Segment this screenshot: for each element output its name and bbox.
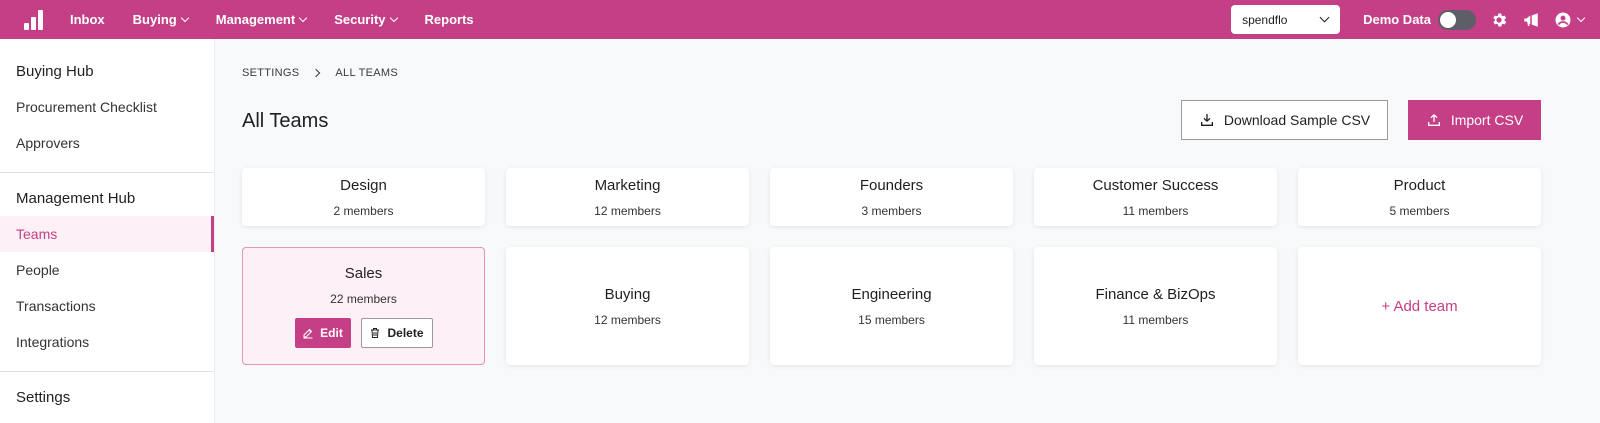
import-csv-label: Import CSV [1450,112,1524,128]
team-name: Founders [859,176,924,194]
gear-icon[interactable] [1490,11,1508,29]
chevron-down-icon [1576,13,1586,23]
nav-security[interactable]: Security [334,12,398,27]
chevron-down-icon [180,13,189,23]
team-members-count: 11 members [1122,312,1189,327]
team-members-count: 2 members [333,203,394,218]
pencil-icon [303,328,313,338]
breadcrumb-current: ALL TEAMS [335,67,399,79]
sidebar-title-settings[interactable]: Settings [0,387,214,407]
sidebar-item-people[interactable]: People [0,252,214,288]
user-circle-icon [1555,12,1571,27]
team-members-count: 12 members [594,203,661,218]
nav-security-label: Security [334,12,386,27]
team-name: Finance & BizOps [1095,285,1216,303]
org-select[interactable]: spendflo [1231,5,1341,34]
download-sample-csv-button[interactable]: Download Sample CSV [1181,100,1388,140]
team-card-product[interactable]: Product 5 members [1298,168,1541,226]
demo-data-label: Demo Data [1363,12,1431,27]
team-members-count: 12 members [594,312,661,327]
team-members-count: 15 members [858,312,925,327]
team-members-count: 5 members [1389,203,1450,218]
breadcrumb-settings[interactable]: SETTINGS [242,67,299,79]
team-card-engineering[interactable]: Engineering 15 members [770,247,1013,365]
delete-team-button[interactable]: Delete [360,317,433,348]
nav-buying[interactable]: Buying [132,12,189,27]
edit-team-button[interactable]: Edit [294,317,351,348]
nav-management-label: Management [215,12,296,27]
nav-inbox[interactable]: Inbox [70,12,105,27]
team-card-finance-bizops[interactable]: Finance & BizOps 11 members [1034,247,1277,365]
sidebar-title-buying-hub: Buying Hub [16,62,94,80]
sidebar-item-transactions[interactable]: Transactions [0,288,214,324]
trash-icon [371,327,380,338]
team-card-sales[interactable]: Sales 22 members Edit Delete [242,247,485,365]
megaphone-icon[interactable] [1522,11,1540,29]
nav-management[interactable]: Management [215,12,308,27]
nav-reports[interactable]: Reports [425,12,474,27]
upload-icon [1427,114,1440,126]
team-name: Engineering [851,285,932,303]
team-card-founders[interactable]: Founders 3 members [770,168,1013,226]
top-navbar: Inbox Buying Management Security Reports… [0,0,1600,39]
team-name: Design [340,176,387,194]
import-csv-button[interactable]: Import CSV [1408,100,1541,140]
add-team-label: + Add team [1381,297,1458,315]
team-card-actions: Edit Delete [294,317,433,348]
sidebar-title-management-hub: Management Hub [16,189,136,207]
nav-right-controls: spendflo Demo Data [1231,0,1600,39]
team-name: Product [1393,176,1446,194]
sidebar-item-integrations[interactable]: Integrations [0,324,214,360]
team-name: Sales [344,264,383,282]
team-members-count: 22 members [330,291,397,306]
team-card-buying[interactable]: Buying 12 members [506,247,749,365]
chevron-down-icon [298,13,308,23]
sidebar-item-teams[interactable]: Teams [0,216,214,252]
team-name: Marketing [594,176,661,194]
team-members-count: 3 members [861,203,922,218]
user-menu[interactable] [1554,11,1586,29]
chevron-right-icon [312,68,321,78]
team-card-design[interactable]: Design 2 members [242,168,485,226]
page-title: All Teams [242,110,329,132]
team-name: Buying [604,285,651,303]
sidebar-item-procurement-checklist[interactable]: Procurement Checklist [0,89,214,125]
team-card-marketing[interactable]: Marketing 12 members [506,168,749,226]
download-sample-csv-label: Download Sample CSV [1223,112,1371,128]
app-logo-icon[interactable] [24,9,44,30]
download-icon [1200,114,1213,126]
nav-inbox-label: Inbox [70,12,105,27]
org-select-value: spendflo [1242,12,1288,27]
demo-data-toggle[interactable] [1438,9,1476,30]
edit-label: Edit [320,325,343,340]
sidebar: Buying Hub Procurement Checklist Approve… [0,39,215,423]
delete-label: Delete [387,325,424,340]
chevron-down-icon [1319,12,1330,23]
nav-buying-label: Buying [132,12,177,27]
team-members-count: 11 members [1122,203,1189,218]
nav-reports-label: Reports [424,12,474,27]
team-name: Customer Success [1092,176,1219,194]
add-team-card[interactable]: + Add team [1298,247,1541,365]
main-nav: Inbox Buying Management Security Reports [70,12,502,27]
team-card-customer-success[interactable]: Customer Success 11 members [1034,168,1277,226]
sidebar-item-approvers[interactable]: Approvers [0,125,214,161]
chevron-down-icon [389,13,398,23]
breadcrumb: SETTINGS ALL TEAMS [242,67,398,79]
